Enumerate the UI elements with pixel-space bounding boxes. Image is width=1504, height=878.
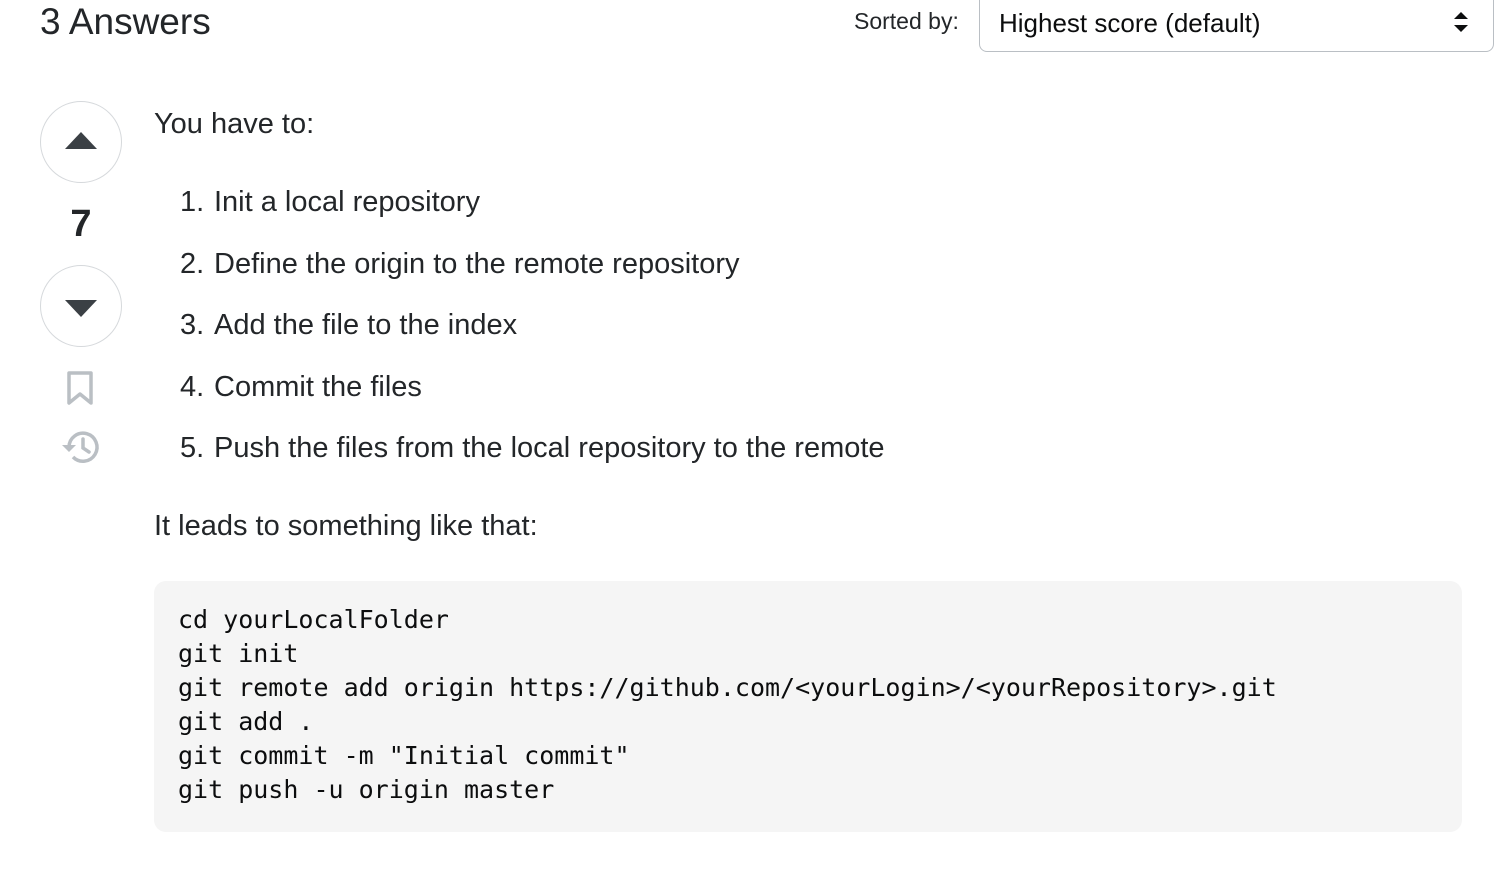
steps-list: 1. Init a local repository 2. Define the o… xyxy=(180,182,885,490)
code-line: git commit -m "Initial commit" xyxy=(178,741,630,770)
code-line: git remote add origin https://github.com… xyxy=(178,673,1277,702)
step-number: 2. xyxy=(180,247,205,280)
answer-intro: You have to: xyxy=(154,108,315,140)
code-line: git push -u origin master xyxy=(178,775,555,804)
sort-label: Sorted by: xyxy=(854,8,959,34)
upvote-button[interactable] xyxy=(40,101,122,183)
step-number: 1. xyxy=(180,186,205,218)
code-line: cd yourLocalFolder xyxy=(178,605,449,634)
step-number: 5. xyxy=(180,432,205,464)
code-line: git add . xyxy=(178,707,314,736)
step-number: 4. xyxy=(180,370,205,403)
step-text: Add the file to the index xyxy=(214,309,518,341)
sort-select[interactable]: Highest score (default) xyxy=(979,0,1494,52)
code-content: cd yourLocalFolder git init git remote add… xyxy=(178,603,1277,807)
answer-lead-text: It leads to something like that: xyxy=(154,510,538,542)
downvote-button[interactable] xyxy=(40,265,122,347)
step-text: Push the files from the local repository… xyxy=(214,432,885,464)
select-arrows-icon xyxy=(1453,11,1469,33)
caret-down-icon xyxy=(65,300,97,317)
list-item: 5. Push the files from the local reposito… xyxy=(180,428,885,490)
list-item: 3. Add the file to the index xyxy=(180,305,885,367)
caret-up-icon xyxy=(65,132,97,149)
list-item: 1. Init a local repository xyxy=(180,182,885,244)
bookmark-button[interactable] xyxy=(65,370,97,406)
sort-selected-value: Highest score (default) xyxy=(999,8,1261,38)
answers-header: 3 Answers Sorted by: Highest score (defa… xyxy=(0,0,1504,60)
step-text: Commit the files xyxy=(214,370,422,403)
step-text: Define the origin to the remote reposito… xyxy=(214,247,740,280)
answers-count-heading: 3 Answers xyxy=(40,1,211,42)
code-line: git init xyxy=(178,639,299,668)
history-icon xyxy=(62,431,99,463)
bookmark-icon xyxy=(67,371,93,405)
list-item: 4. Commit the files xyxy=(180,367,885,429)
list-item: 2. Define the origin to the remote reposi… xyxy=(180,244,885,306)
step-text: Init a local repository xyxy=(214,186,480,218)
history-button[interactable] xyxy=(60,428,102,466)
code-block[interactable]: cd yourLocalFolder git init git remote add… xyxy=(154,581,1462,832)
vote-count: 7 xyxy=(70,203,92,245)
step-number: 3. xyxy=(180,309,205,341)
